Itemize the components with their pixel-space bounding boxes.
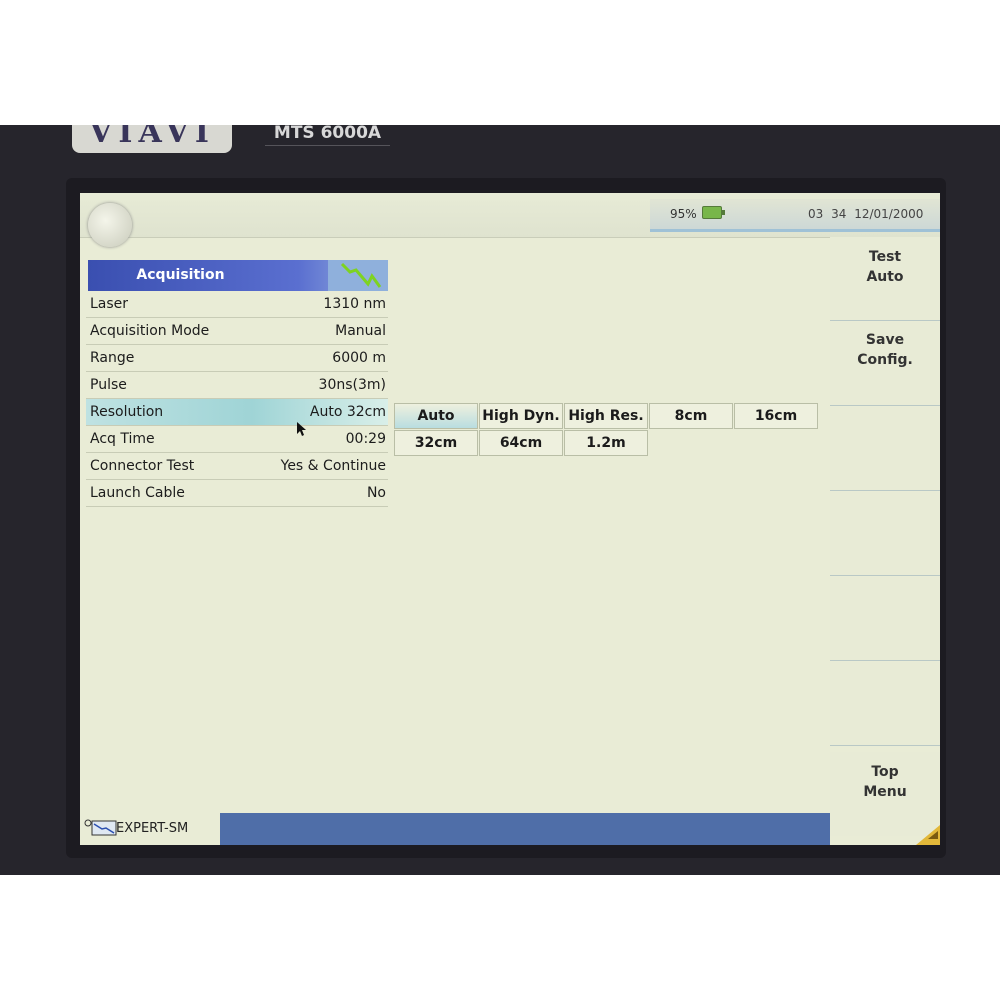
param-label: Launch Cable xyxy=(90,485,185,501)
param-label: Laser xyxy=(90,296,129,312)
param-label: Resolution xyxy=(90,404,164,420)
param-row-laser[interactable]: Laser 1310 nm xyxy=(86,291,388,318)
corner-indicator-icon xyxy=(916,825,940,845)
resolution-option-8cm[interactable]: 8cm xyxy=(649,403,733,429)
softkey-test-auto[interactable]: Test Auto xyxy=(830,237,940,321)
home-round-button[interactable] xyxy=(88,203,132,247)
resolution-option-1-2m[interactable]: 1.2m xyxy=(564,430,648,456)
model-label: MTS 6000A xyxy=(265,121,390,146)
acquisition-title: Acquisition xyxy=(136,267,225,283)
otdr-module-icon xyxy=(84,819,117,836)
module-label: EXPERT-SM xyxy=(116,821,189,836)
status-progress-bar xyxy=(220,813,830,845)
param-value: 00:29 xyxy=(345,431,386,447)
softkey-label-line1: Save xyxy=(865,332,905,348)
param-value: Yes & Continue xyxy=(280,458,386,474)
param-label: Connector Test xyxy=(90,458,195,474)
softkey-empty-4[interactable] xyxy=(830,492,940,576)
resolution-option-high-dyn[interactable]: High Dyn. xyxy=(479,403,563,429)
param-row-resolution[interactable]: Resolution Auto 32cm xyxy=(86,399,388,426)
param-row-acquisition-mode[interactable]: Acquisition Mode Manual xyxy=(86,318,388,345)
param-label: Range xyxy=(90,350,135,366)
resolution-option-16cm[interactable]: 16cm xyxy=(734,403,818,429)
trace-graph-icon xyxy=(328,260,388,291)
param-value: No xyxy=(366,485,386,501)
brand-logo: VIAVI xyxy=(72,125,232,153)
softkey-empty-5[interactable] xyxy=(830,577,940,661)
date-text: 12/01/2000 xyxy=(854,207,924,221)
time-text: 03 34 xyxy=(808,207,847,221)
resolution-option-32cm[interactable]: 32cm xyxy=(394,430,478,456)
param-value: 1310 nm xyxy=(323,296,386,312)
param-label: Pulse xyxy=(90,377,127,393)
battery-percent: 95% xyxy=(670,207,697,221)
param-row-launch-cable[interactable]: Launch Cable No xyxy=(86,480,388,507)
resolution-option-auto[interactable]: Auto xyxy=(394,403,478,429)
softkey-empty-3[interactable] xyxy=(830,407,940,491)
softkey-label-line1: Top xyxy=(871,764,899,780)
param-value: 6000 m xyxy=(332,350,386,366)
clock: 03 34 12/01/2000 xyxy=(808,207,923,221)
screen: 95% 03 34 12/01/2000 Acquisition Laser 1… xyxy=(80,193,940,845)
softkey-panel: Test Auto Save Config. Top Menu xyxy=(830,237,940,845)
resolution-option-high-res[interactable]: High Res. xyxy=(564,403,648,429)
param-row-range[interactable]: Range 6000 m xyxy=(86,345,388,372)
param-row-acq-time[interactable]: Acq Time 00:29 xyxy=(86,426,388,453)
acquisition-param-table: Laser 1310 nm Acquisition Mode Manual Ra… xyxy=(86,291,388,507)
param-value: Auto 32cm xyxy=(309,404,386,420)
battery-icon xyxy=(702,206,725,219)
top-bar: 95% 03 34 12/01/2000 xyxy=(80,193,940,247)
softkey-label-line1: Test xyxy=(868,249,902,265)
softkey-label-line2: Auto xyxy=(866,269,904,285)
softkey-save-config[interactable]: Save Config. xyxy=(830,322,940,406)
resolution-option-64cm[interactable]: 64cm xyxy=(479,430,563,456)
param-row-pulse[interactable]: Pulse 30ns(3m) xyxy=(86,372,388,399)
acquisition-header: Acquisition xyxy=(88,260,388,291)
status-bar: EXPERT-SM xyxy=(80,811,830,845)
param-row-connector-test[interactable]: Connector Test Yes & Continue xyxy=(86,453,388,480)
param-label: Acquisition Mode xyxy=(90,323,210,339)
param-label: Acq Time xyxy=(90,431,155,447)
softkey-label-line2: Config. xyxy=(857,352,913,368)
param-value: 30ns(3m) xyxy=(318,377,386,393)
mouse-pointer-icon xyxy=(297,422,306,436)
softkey-label-line2: Menu xyxy=(863,784,907,800)
softkey-empty-6[interactable] xyxy=(830,662,940,746)
param-value: Manual xyxy=(335,323,386,339)
